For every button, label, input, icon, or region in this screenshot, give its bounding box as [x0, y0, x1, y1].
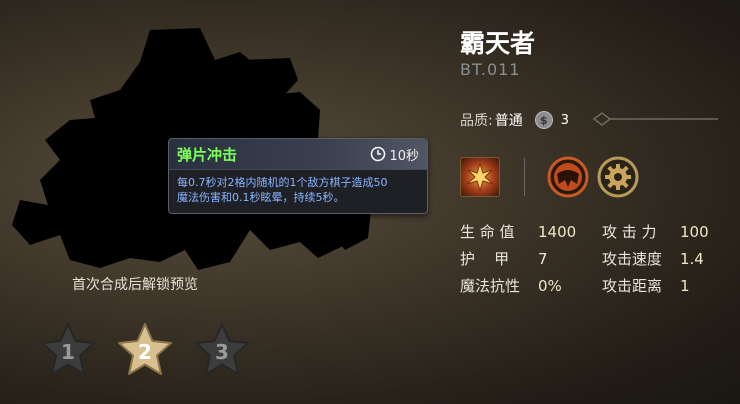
- star-level-selector: 1 2 3: [38, 320, 252, 380]
- star-level-1[interactable]: 1: [38, 320, 98, 380]
- skill-tooltip: 弹片冲击 10秒 每0.7秒对2格内随机的1个敌方棋子造成50 魔法伤害和0.1…: [168, 138, 428, 214]
- stat-label-magic-resist: 魔法抗性: [460, 277, 521, 295]
- stat-label-attack-speed: 攻击速度: [602, 250, 663, 268]
- skill-tooltip-header: 弹片冲击 10秒: [169, 139, 427, 170]
- coin-icon: $: [534, 111, 553, 129]
- skill-description: 每0.7秒对2格内随机的1个敌方棋子造成50 魔法伤害和0.1秒眩晕，持续5秒。: [169, 170, 427, 210]
- skill-cooldown: 10秒: [370, 145, 419, 164]
- quality-label: 品质:: [460, 113, 493, 129]
- stats-row: 护 甲 7 攻击速度 1.4: [460, 245, 740, 272]
- stats-table: 生 命 值 1400 攻 击 力 100 护 甲 7 攻击速度 1.4 魔法抗性…: [460, 218, 740, 299]
- ability-icons: [460, 156, 647, 198]
- stat-label-armor: 护 甲: [460, 250, 510, 268]
- skill-name: 弹片冲击: [177, 145, 238, 164]
- skill-icon[interactable]: [460, 157, 500, 197]
- stat-value-hp: 1400: [538, 222, 577, 241]
- ornament-divider: [592, 112, 718, 126]
- hero-code: BT.011: [460, 60, 521, 79]
- stats-row: 魔法抗性 0% 攻击距离 1: [460, 272, 740, 299]
- stats-row: 生 命 值 1400 攻 击 力 100: [460, 218, 740, 245]
- unlock-preview-text: 首次合成后解锁预览: [72, 277, 198, 293]
- stat-value-attack: 100: [680, 222, 709, 241]
- race-trait-icon[interactable]: [547, 156, 589, 198]
- quality-row: 品质: 普通 $ 3: [460, 110, 569, 130]
- hero-name: 霸天者: [460, 29, 536, 58]
- quality-value: 普通: [494, 113, 523, 129]
- stat-label-attack-range: 攻击距离: [602, 277, 663, 295]
- star-level-2[interactable]: 2: [115, 320, 175, 380]
- stat-value-armor: 7: [538, 249, 548, 268]
- skill-cooldown-value: 10秒: [389, 148, 419, 164]
- stat-label-hp: 生 命 值: [460, 223, 515, 241]
- stat-value-attack-speed: 1.4: [680, 249, 704, 268]
- icon-divider: [524, 158, 525, 196]
- star-level-label: 1: [61, 340, 75, 364]
- skill-description-line: 每0.7秒对2格内随机的1个敌方棋子造成50: [177, 176, 388, 189]
- stat-label-attack: 攻 击 力: [602, 223, 657, 241]
- skill-description-line: 魔法伤害和0.1秒眩晕，持续5秒。: [177, 191, 345, 204]
- star-level-3[interactable]: 3: [192, 320, 252, 380]
- stat-value-magic-resist: 0%: [538, 276, 562, 295]
- clock-icon: [371, 146, 386, 162]
- star-level-label: 2: [138, 340, 152, 364]
- gear-icon[interactable]: [597, 156, 639, 198]
- hero-cost: 3: [560, 112, 569, 128]
- explosion-icon: [466, 162, 494, 192]
- star-level-label: 3: [215, 340, 229, 364]
- stat-value-attack-range: 1: [680, 276, 690, 295]
